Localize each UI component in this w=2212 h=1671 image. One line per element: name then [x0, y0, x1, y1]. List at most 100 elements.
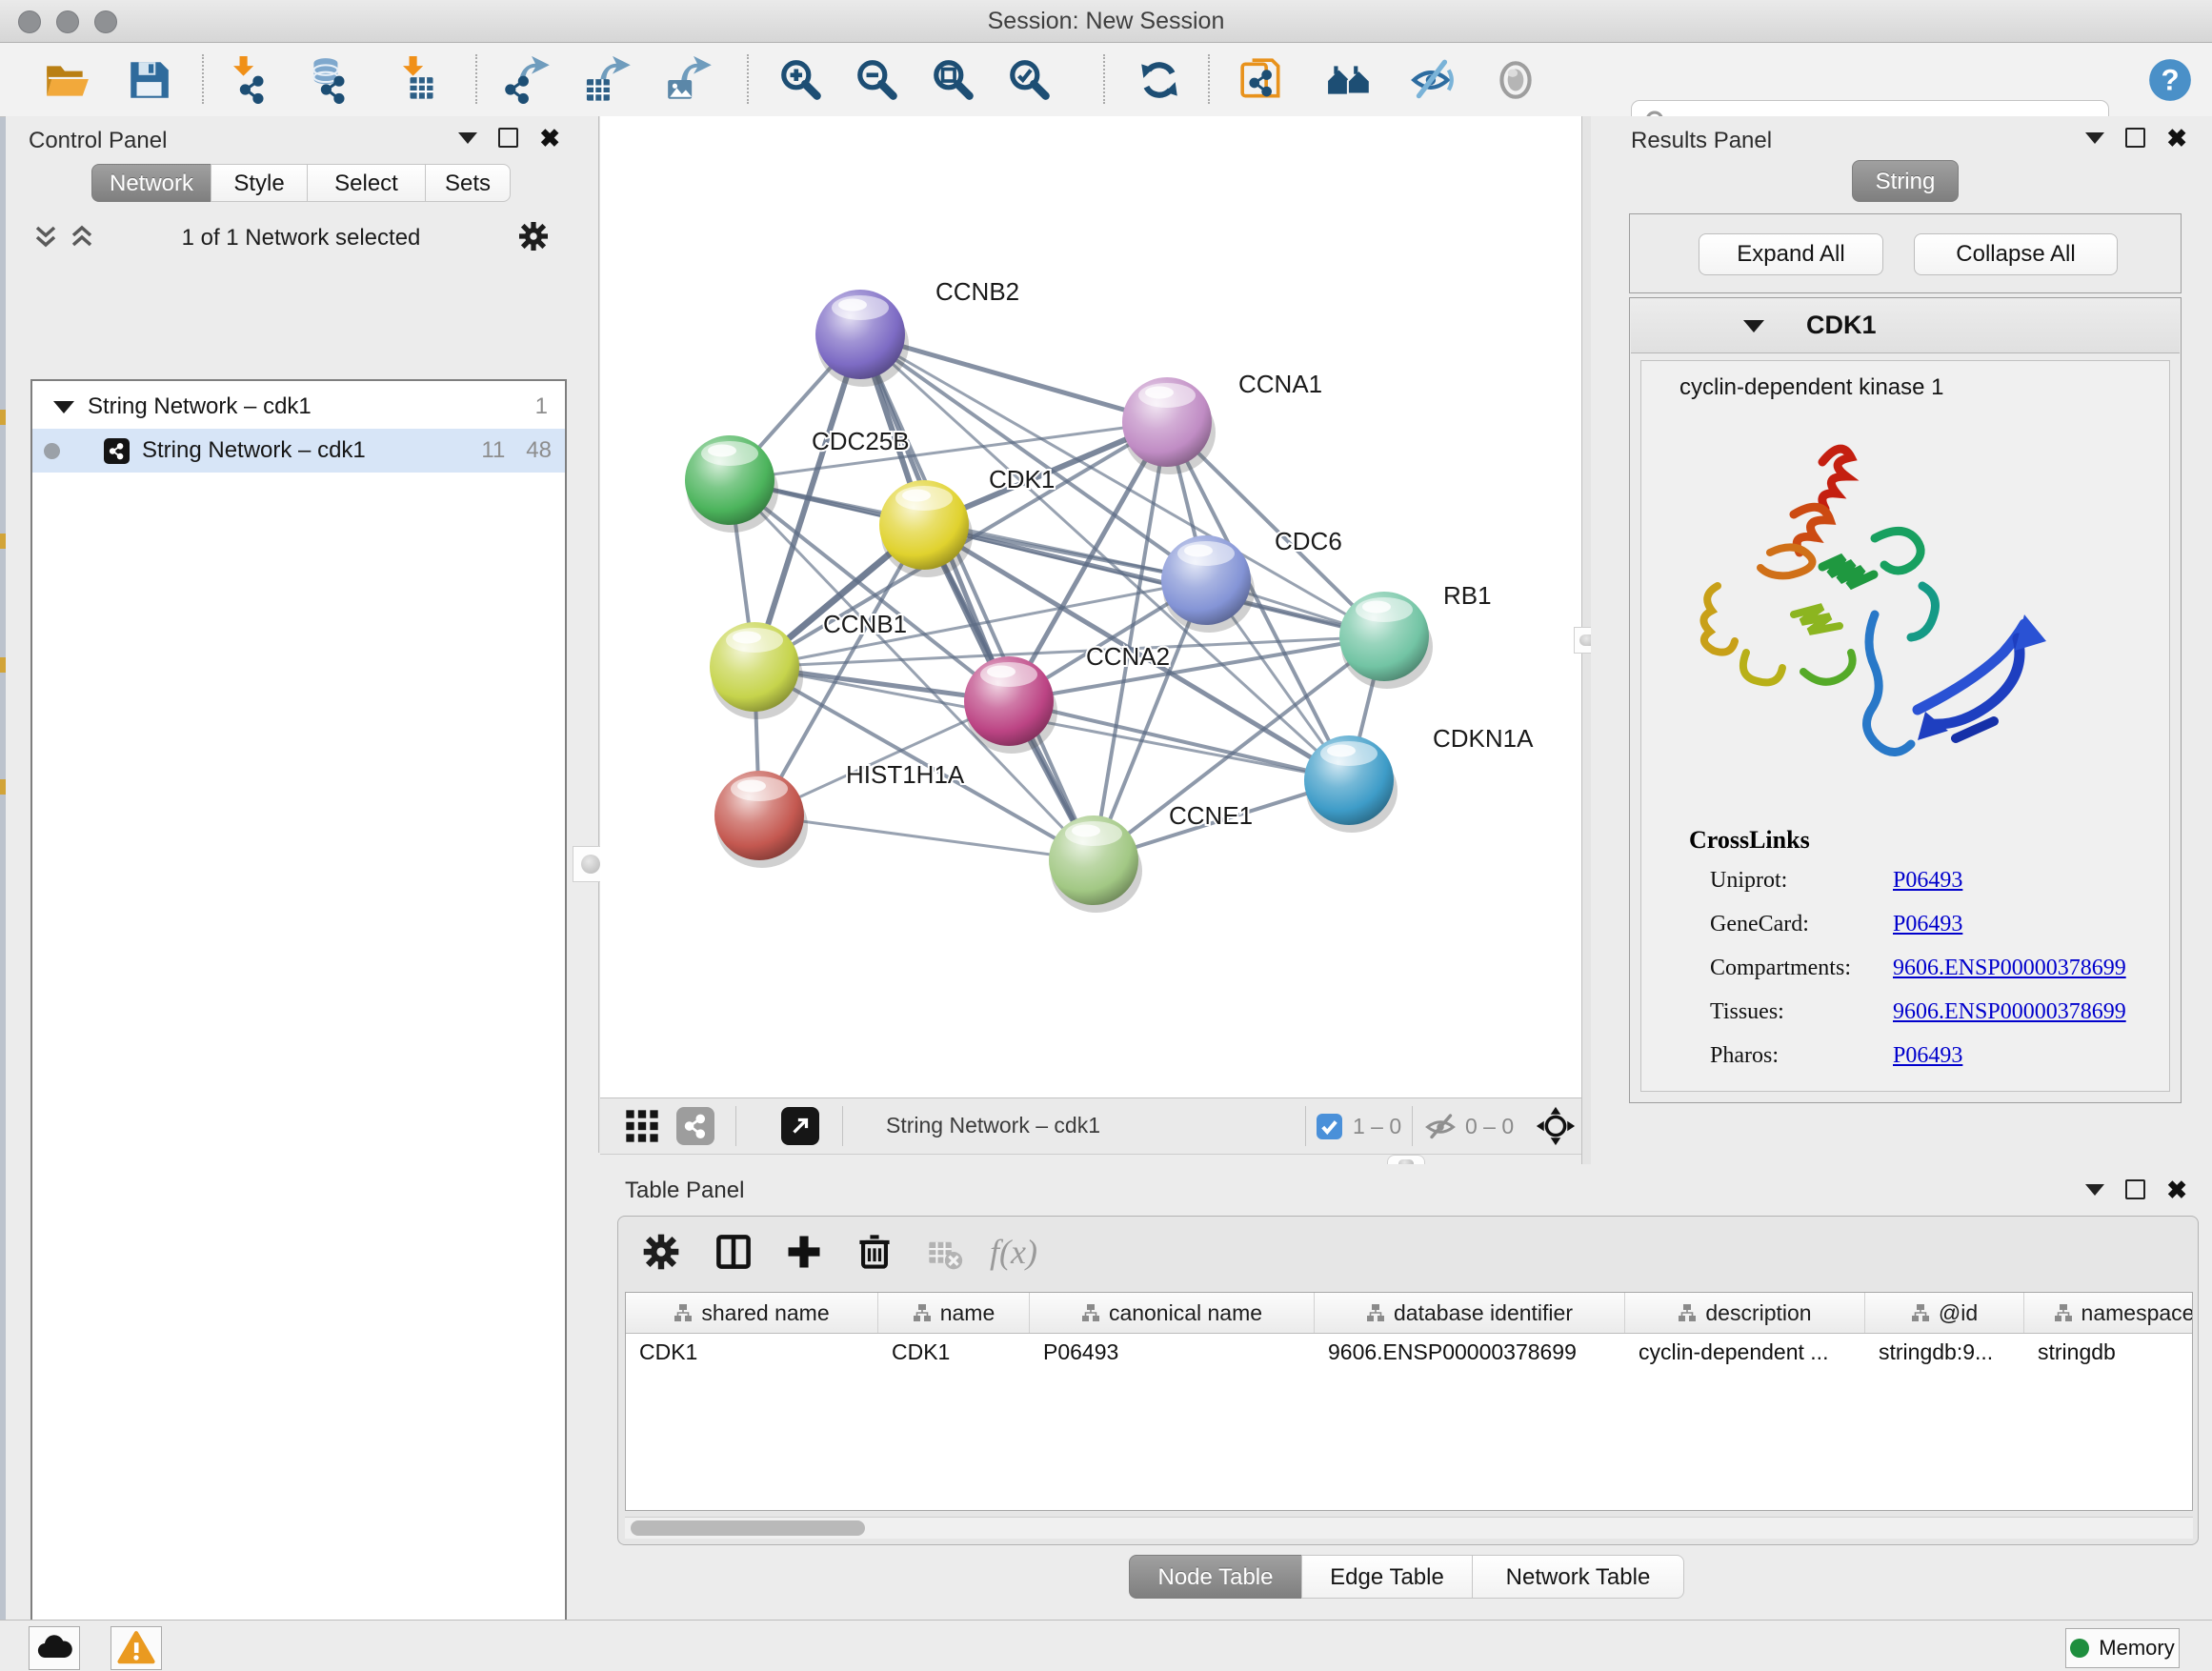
annotations-button[interactable]	[1236, 53, 1289, 107]
table-cell[interactable]: CDK1	[626, 1334, 878, 1370]
network-node-CCNA2[interactable]	[964, 656, 1057, 754]
collection-label: String Network – cdk1	[88, 393, 312, 420]
column-type-icon	[1366, 1303, 1385, 1322]
open-session-button[interactable]	[40, 53, 93, 107]
results-panel-close-icon[interactable]: ✖	[2166, 129, 2187, 148]
refresh-button[interactable]	[1133, 53, 1186, 107]
crosslink-link[interactable]: 9606.ENSP00000378699	[1893, 999, 2126, 1037]
pan-mode-button[interactable]	[1536, 1106, 1576, 1151]
network-edge[interactable]	[1009, 701, 1349, 780]
table-options-button[interactable]	[634, 1227, 688, 1277]
network-node-HIST1H1A[interactable]	[714, 771, 808, 868]
show-eye-icon	[1492, 56, 1539, 104]
crosslink-link[interactable]: P06493	[1893, 868, 1962, 906]
cloud-status-button[interactable]	[29, 1626, 80, 1670]
crosslink-link[interactable]: P06493	[1893, 912, 1962, 950]
column-header-database-identifier[interactable]: database identifier	[1315, 1293, 1625, 1333]
table-cell[interactable]: P06493	[1030, 1334, 1315, 1370]
table-row[interactable]: CDK1CDK1P064939606.ENSP00000378699cyclin…	[626, 1334, 2192, 1370]
hide-panel-button[interactable]	[1406, 53, 1459, 107]
expand-all-button[interactable]: Expand All	[1699, 233, 1883, 275]
column-header--id[interactable]: @id	[1865, 1293, 2024, 1333]
network-node-CCNE1[interactable]	[1049, 815, 1142, 913]
export-network-button[interactable]	[499, 53, 553, 107]
network-collection-row[interactable]: String Network – cdk1 1	[32, 385, 565, 429]
birds-eye-view-button[interactable]	[623, 1107, 661, 1150]
column-header-name[interactable]: name	[878, 1293, 1030, 1333]
table-hscroll-thumb[interactable]	[631, 1520, 865, 1536]
network-node-CDK1[interactable]	[879, 480, 973, 577]
table-panel-close-icon[interactable]: ✖	[2166, 1180, 2187, 1199]
tab-sets[interactable]: Sets	[425, 164, 511, 202]
network-options-button[interactable]	[516, 219, 551, 258]
table-panel-menu-icon[interactable]	[2085, 1184, 2104, 1196]
table-cell[interactable]: CDK1	[878, 1334, 1030, 1370]
table-cell[interactable]: cyclin-dependent ...	[1625, 1334, 1865, 1370]
network-node-CDKN1A[interactable]	[1304, 735, 1398, 833]
network-node-count: 11	[481, 437, 505, 464]
zoom-in-button[interactable]	[774, 53, 828, 107]
create-column-button[interactable]	[777, 1227, 831, 1277]
show-details-button[interactable]	[1489, 53, 1542, 107]
network-node-CCNB2[interactable]	[815, 290, 909, 387]
tab-edge-table[interactable]: Edge Table	[1301, 1555, 1473, 1599]
results-panel-menu-icon[interactable]	[2085, 132, 2104, 144]
table-hscrollbar[interactable]	[625, 1517, 2193, 1539]
selected-checkbox[interactable]	[1317, 1114, 1342, 1139]
zoom-out-button[interactable]	[851, 53, 904, 107]
network-node-label: CDC6	[1275, 527, 1342, 555]
control-panel-float-icon[interactable]	[498, 128, 518, 148]
tab-style[interactable]: Style	[211, 164, 308, 202]
gene-collapse-icon[interactable]	[1743, 320, 1764, 332]
network-canvas[interactable]: CCNB2CCNA1CDC25BCDK1CDC6RB1CCNB1CCNA2CDK…	[600, 116, 1581, 1097]
crosslink-label: Pharos:	[1710, 1043, 1893, 1081]
collapse-all-button[interactable]: Collapse All	[1914, 233, 2118, 275]
column-header-shared-name[interactable]: shared name	[626, 1293, 878, 1333]
table-cell[interactable]: 9606.ENSP00000378699	[1315, 1334, 1625, 1370]
table-cell[interactable]: stringdb	[2024, 1334, 2193, 1370]
gear-icon	[640, 1231, 682, 1273]
show-columns-button[interactable]	[707, 1227, 760, 1277]
export-table-button[interactable]	[580, 53, 633, 107]
help-button[interactable]: ?	[2143, 53, 2197, 107]
table-cell[interactable]: stringdb:9...	[1865, 1334, 2024, 1370]
main-toolbar: ?	[0, 43, 2212, 117]
tab-network-table[interactable]: Network Table	[1472, 1555, 1684, 1599]
control-panel-close-icon[interactable]: ✖	[539, 129, 560, 148]
tab-select[interactable]: Select	[307, 164, 426, 202]
column-header-namespace[interactable]: namespace	[2024, 1293, 2193, 1333]
collection-expand-icon[interactable]	[53, 401, 74, 413]
open-in-window-button[interactable]	[781, 1107, 819, 1145]
import-table-file-button[interactable]	[390, 53, 443, 107]
zoom-selected-button[interactable]	[1003, 53, 1056, 107]
crosslink-link[interactable]: P06493	[1893, 1043, 1962, 1081]
string-panel-toggle-button[interactable]	[676, 1107, 714, 1145]
import-network-file-button[interactable]	[220, 53, 273, 107]
tab-string[interactable]: String	[1852, 160, 1959, 202]
export-image-button[interactable]	[661, 53, 714, 107]
control-panel-menu-icon[interactable]	[458, 132, 477, 144]
memory-button[interactable]: Memory	[2065, 1628, 2180, 1668]
network-node-CCNA1[interactable]	[1122, 377, 1216, 474]
delete-column-button[interactable]	[848, 1227, 901, 1277]
column-header-description[interactable]: description	[1625, 1293, 1865, 1333]
table-panel-float-icon[interactable]	[2125, 1179, 2145, 1199]
crosslink-link[interactable]: 9606.ENSP00000378699	[1893, 956, 2126, 994]
network-row[interactable]: String Network – cdk1 11 48	[32, 429, 565, 473]
collapse-all-networks-button[interactable]	[69, 223, 95, 256]
expand-all-networks-button[interactable]	[32, 223, 59, 256]
gene-section-header[interactable]: CDK1	[1631, 299, 2180, 353]
string-home-button[interactable]	[1323, 53, 1377, 107]
network-edge[interactable]	[759, 815, 1094, 860]
network-node-CDC6[interactable]	[1161, 535, 1255, 633]
column-header-canonical-name[interactable]: canonical name	[1030, 1293, 1315, 1333]
tab-network[interactable]: Network	[91, 164, 211, 202]
network-node-CDC25B[interactable]	[685, 435, 778, 533]
import-network-database-button[interactable]	[301, 53, 354, 107]
tab-node-table[interactable]: Node Table	[1129, 1555, 1302, 1599]
network-node-RB1[interactable]	[1339, 592, 1433, 689]
results-panel-float-icon[interactable]	[2125, 128, 2145, 148]
warnings-button[interactable]	[111, 1626, 162, 1670]
save-session-button[interactable]	[122, 53, 175, 107]
zoom-fit-button[interactable]	[927, 53, 980, 107]
